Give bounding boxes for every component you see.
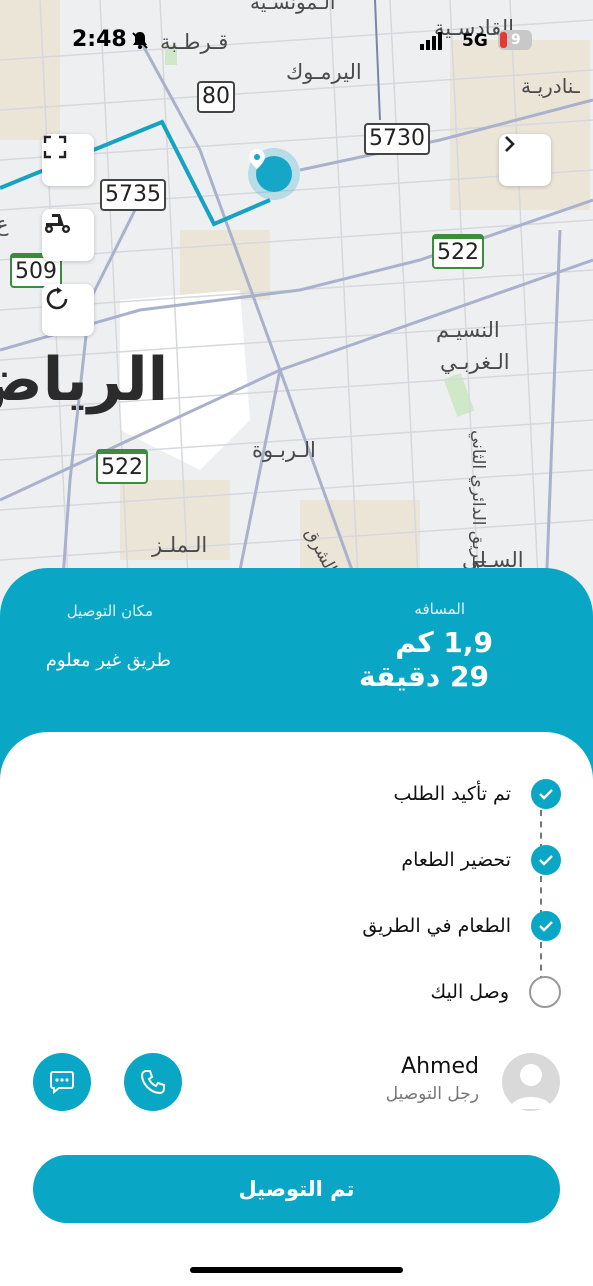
avatar	[502, 1053, 560, 1111]
road-shield: 80	[197, 81, 235, 113]
step-label: وصل اليك	[430, 981, 509, 1003]
step-confirmed: تم تأكيد الطلب	[394, 774, 561, 814]
status-time: 2:48	[72, 27, 127, 52]
map-road-label: الطريق الدائري الثاني	[468, 430, 488, 584]
road-shield: 522	[96, 449, 148, 484]
status-bar: 2:48 5G 9	[0, 22, 593, 62]
time-value: 29 دقيقة	[359, 660, 489, 693]
call-button[interactable]	[124, 1053, 182, 1111]
refresh-button[interactable]	[42, 284, 94, 336]
distance-value: 1,9 كم	[395, 626, 493, 659]
phone-icon	[140, 1070, 165, 1095]
battery-level: 9	[511, 32, 521, 48]
expand-panel-button[interactable]	[499, 134, 551, 186]
road-shield: 522	[432, 234, 484, 269]
fullscreen-button[interactable]	[42, 134, 94, 186]
step-preparing: تحضير الطعام	[401, 840, 561, 880]
distance-label: المسافه	[414, 600, 465, 618]
delivery-place-value: طريق غير معلوم	[45, 650, 171, 671]
step-label: الطعام في الطريق	[362, 915, 511, 937]
map-label: ع	[0, 212, 9, 236]
expand-icon	[43, 135, 67, 159]
chat-button[interactable]	[33, 1053, 91, 1111]
signal-icon	[420, 32, 444, 54]
scooter-button[interactable]	[42, 209, 94, 261]
refresh-icon	[46, 287, 68, 310]
map-label: اليرمـوك	[286, 60, 362, 84]
map-label: الـمونسـية	[250, 0, 336, 14]
delivered-button[interactable]: تم التوصيل	[33, 1155, 560, 1223]
driver-name: Ahmed	[401, 1054, 479, 1079]
map-city-label: الرياض	[0, 345, 169, 415]
network-type: 5G	[462, 31, 488, 51]
map-label: الـملـز	[152, 533, 208, 557]
delivery-place-label: مكان التوصيل	[66, 602, 153, 620]
silent-bell-icon	[130, 30, 150, 54]
step-label: تم تأكيد الطلب	[393, 783, 511, 805]
map-label: ـنادريـة	[521, 74, 580, 98]
step-arrived: وصل اليك	[430, 972, 561, 1012]
chevron-right-icon	[505, 136, 515, 152]
road-shield: 5730	[364, 123, 430, 155]
road-shield: 5735	[100, 179, 166, 211]
home-indicator	[190, 1267, 403, 1273]
location-pin-icon[interactable]	[248, 148, 300, 200]
user-icon	[510, 1064, 552, 1109]
check-icon	[531, 845, 561, 875]
map-label: الـغربـي	[440, 350, 510, 374]
map-label: الـربـوة	[252, 438, 316, 462]
map-label: النسيـم	[436, 318, 500, 342]
check-icon	[531, 911, 561, 941]
empty-circle-icon	[529, 976, 561, 1008]
step-on-the-way: الطعام في الطريق	[362, 906, 561, 946]
step-label: تحضير الطعام	[401, 849, 511, 871]
battery-icon: 9	[498, 30, 532, 50]
check-icon	[531, 779, 561, 809]
map-view[interactable]: الـمونسـية قـرطـبة القادسـية اليرمـوك ـن…	[0, 0, 593, 620]
chat-icon	[50, 1071, 74, 1095]
scooter-icon	[45, 214, 70, 233]
driver-role: رجل التوصيل	[385, 1084, 479, 1104]
